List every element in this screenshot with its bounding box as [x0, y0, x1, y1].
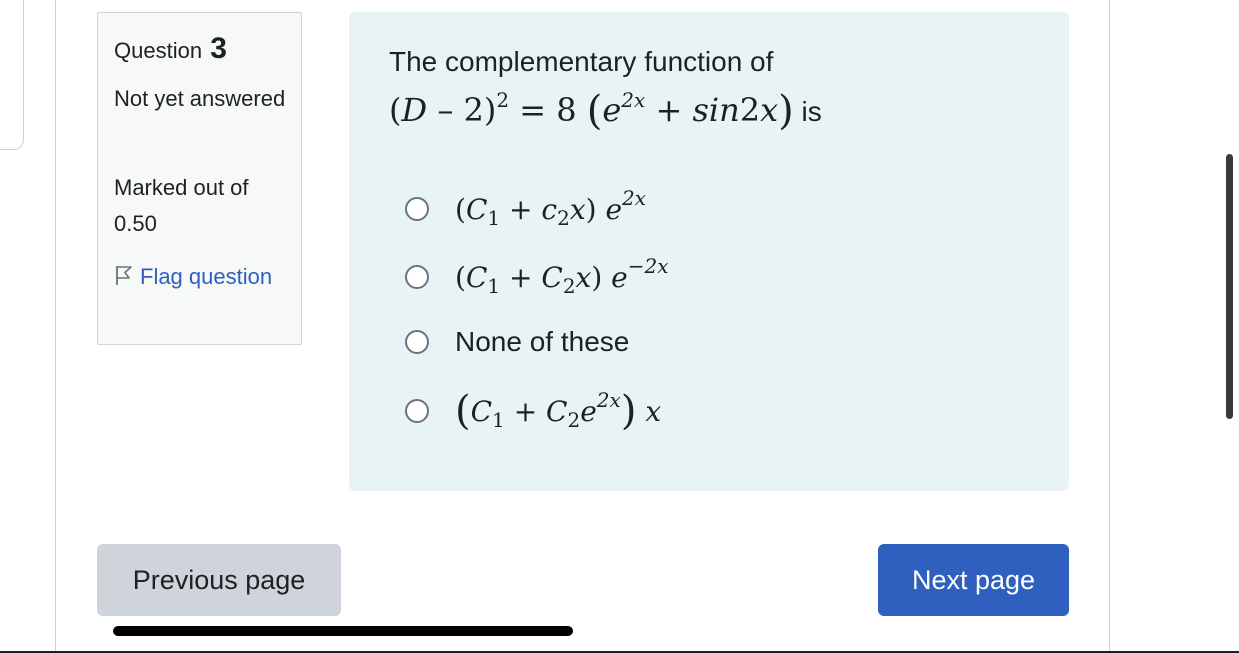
page-border-right [1109, 0, 1110, 653]
radio-option-b[interactable] [405, 265, 429, 289]
answer-option-c[interactable]: None of these [405, 317, 629, 367]
home-indicator[interactable] [113, 626, 573, 636]
answer-option-d[interactable]: (C1 + C2e2x) x [405, 386, 661, 436]
grade-label: Marked out of [114, 175, 249, 200]
flag-icon [114, 261, 134, 297]
question-info-panel: Question 3 Not yet answered Marked out o… [97, 12, 302, 345]
side-panel-edge [0, 0, 24, 150]
question-content: The complementary function of (D – 2)2 =… [349, 12, 1069, 491]
question-state: Not yet answered [114, 86, 286, 111]
question-number-value: 3 [210, 32, 227, 65]
radio-option-d[interactable] [405, 399, 429, 423]
question-equation-line: (D – 2)2 = 8 (e2x + sin2x) is [389, 86, 1029, 136]
next-page-button[interactable]: Next page [878, 544, 1069, 616]
page-border-left [55, 0, 56, 653]
radio-option-c[interactable] [405, 330, 429, 354]
grade-value: 0.50 [114, 211, 157, 236]
answer-text-b[interactable]: (C1 + C2x) e−2x [455, 256, 669, 296]
scrollbar-thumb[interactable] [1226, 154, 1233, 419]
flag-label[interactable]: Flag question [140, 264, 272, 289]
question-text-suffix: is [801, 96, 822, 127]
answer-text-c[interactable]: None of these [455, 326, 629, 358]
answer-option-a[interactable]: (C1 + c2x) e2x [405, 184, 646, 234]
question-text: The complementary function of (D – 2)2 =… [389, 38, 1029, 136]
flag-question-link[interactable]: Flag question [114, 259, 294, 297]
radio-option-a[interactable] [405, 197, 429, 221]
question-equation: (D – 2)2 = 8 (e2x + sin2x) [389, 88, 794, 134]
question-grade: Marked out of 0.50 [114, 170, 294, 242]
question-label: Question [114, 38, 203, 63]
answer-text-a[interactable]: (C1 + c2x) e2x [455, 188, 646, 228]
answer-text-d[interactable]: (C1 + C2e2x) x [455, 388, 661, 434]
question-text-prefix: The complementary function of [389, 46, 774, 77]
previous-page-button[interactable]: Previous page [97, 544, 341, 616]
question-number: Question 3 [114, 32, 227, 66]
answer-option-b[interactable]: (C1 + C2x) e−2x [405, 252, 669, 302]
